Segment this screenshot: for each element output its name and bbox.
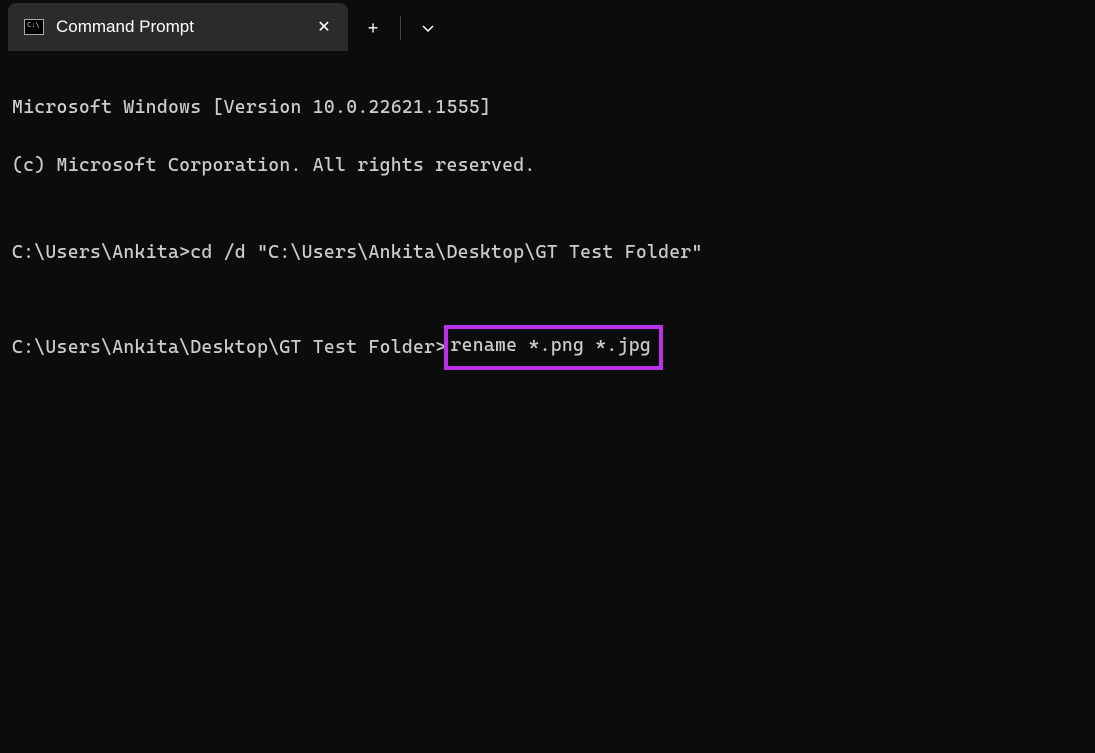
titlebar: Command Prompt ✕ +: [0, 0, 1095, 54]
cmd-1: cd /d "C:\Users\Ankita\Desktop\GT Test F…: [190, 242, 702, 263]
titlebar-controls: +: [348, 3, 453, 51]
version-line: Microsoft Windows [Version 10.0.22621.15…: [12, 93, 1083, 122]
prompt-1: C:\Users\Ankita>: [12, 242, 190, 263]
copyright-line: (c) Microsoft Corporation. All rights re…: [12, 151, 1083, 180]
active-tab[interactable]: Command Prompt ✕: [8, 3, 348, 51]
prompt-2: C:\Users\Ankita\Desktop\GT Test Folder>: [12, 333, 446, 362]
close-tab-button[interactable]: ✕: [312, 15, 336, 39]
command-line-2: C:\Users\Ankita\Desktop\GT Test Folder>r…: [12, 325, 1083, 370]
new-tab-button[interactable]: +: [348, 5, 398, 51]
terminal-output[interactable]: Microsoft Windows [Version 10.0.22621.15…: [0, 54, 1095, 409]
cmd-icon: [24, 19, 44, 35]
chevron-down-icon: [421, 21, 435, 35]
divider: [400, 16, 401, 40]
tab-dropdown-button[interactable]: [403, 5, 453, 51]
highlighted-command: rename *.png *.jpg: [444, 325, 663, 370]
cmd-2: rename *.png *.jpg: [450, 335, 651, 356]
command-line-1: C:\Users\Ankita>cd /d "C:\Users\Ankita\D…: [12, 238, 1083, 267]
tab-title: Command Prompt: [56, 17, 300, 37]
